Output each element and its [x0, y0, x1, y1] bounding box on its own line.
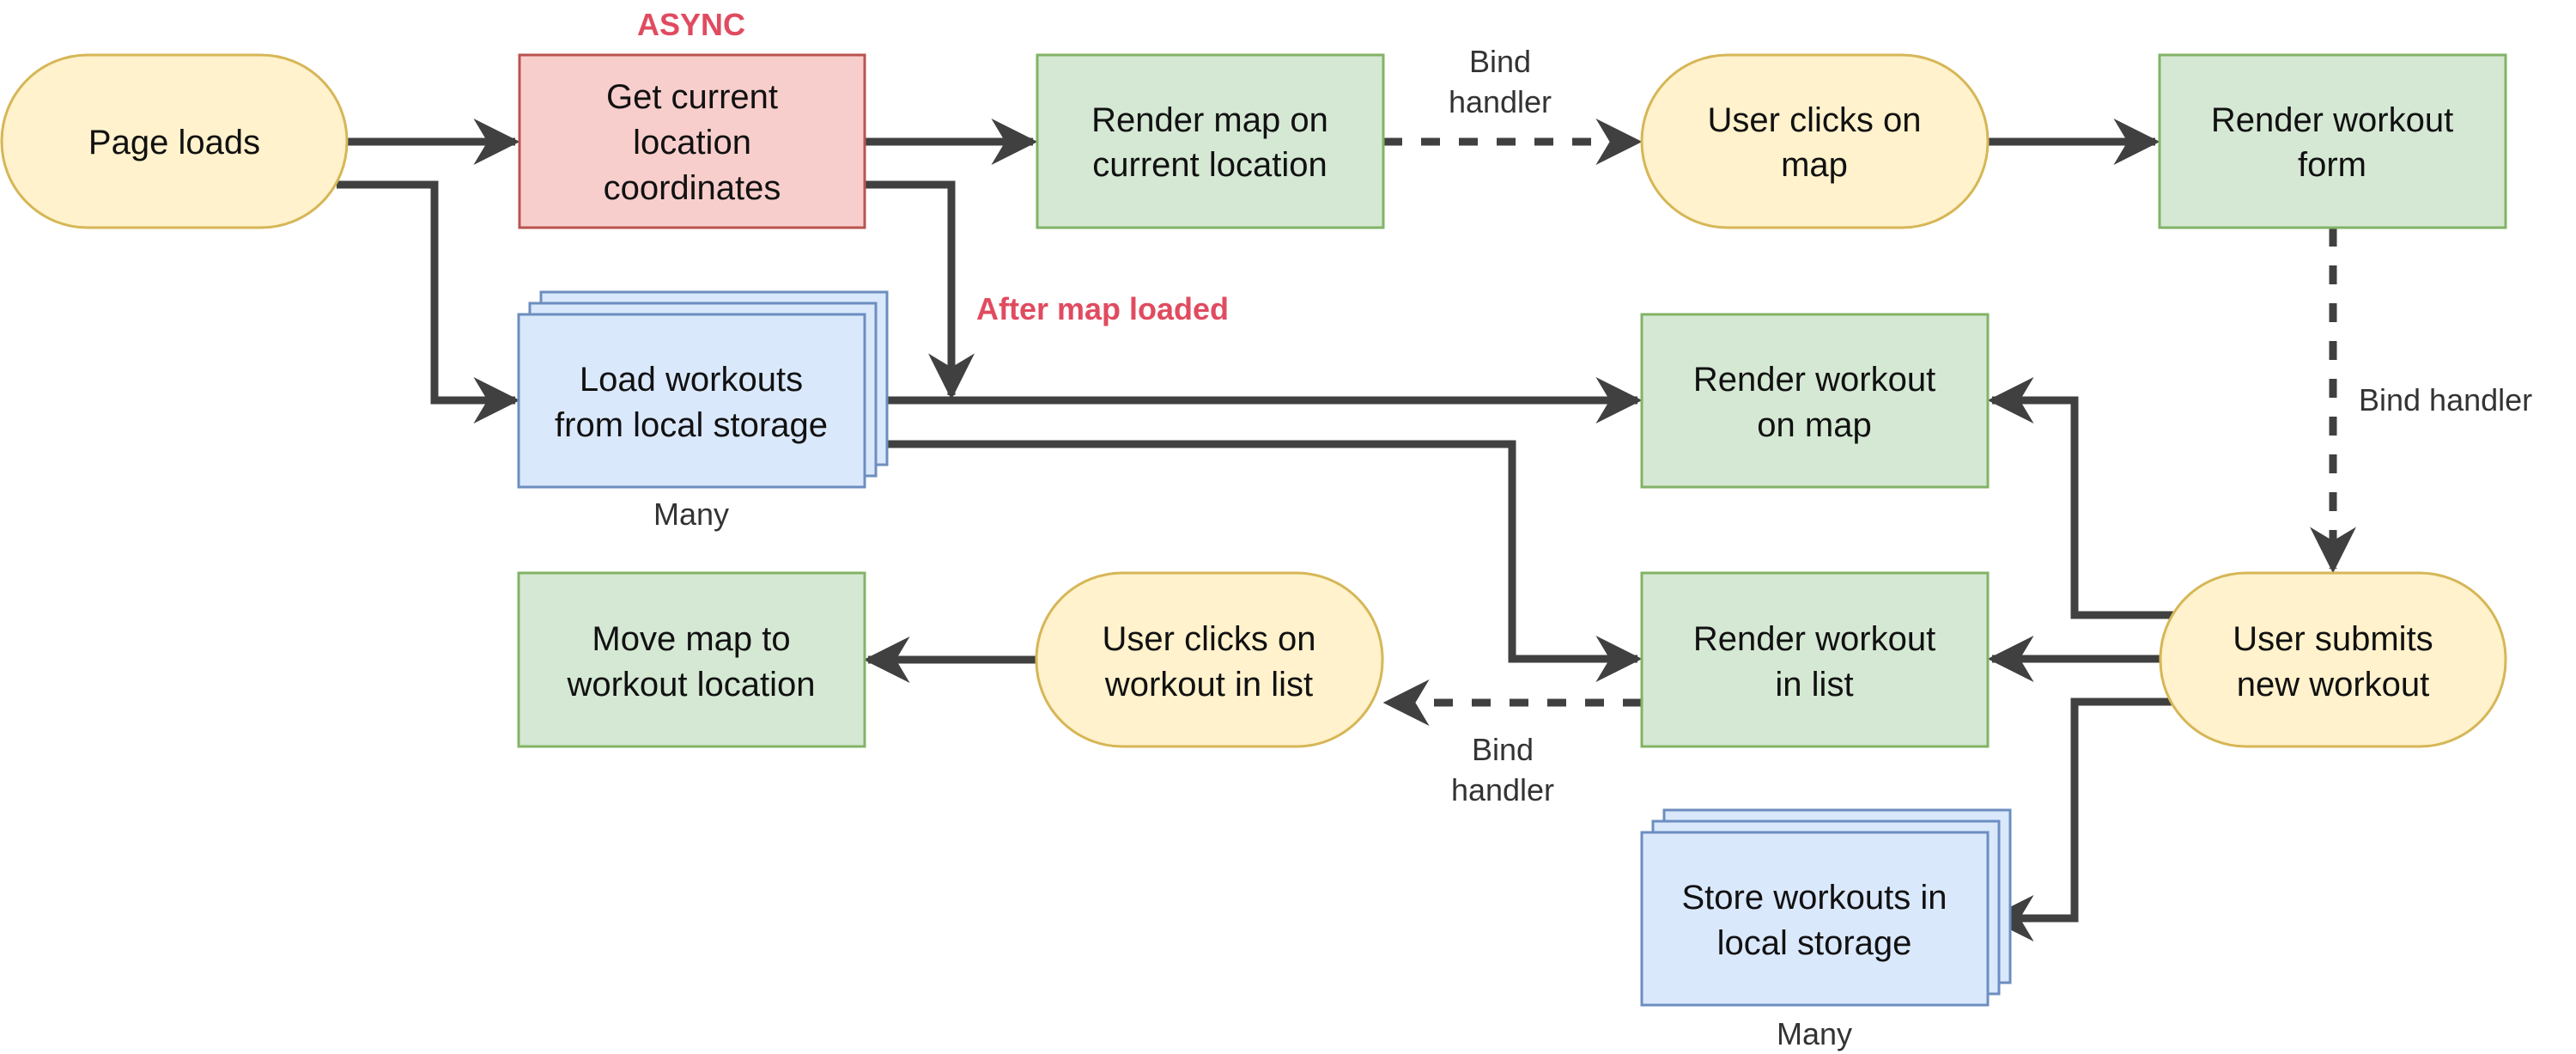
node-label: location [633, 124, 751, 161]
process-shape [1640, 313, 1990, 489]
node-label: User clicks on [1103, 620, 1316, 658]
node-user-clicks-map[interactable]: User clicks on map [1640, 53, 1990, 229]
node-label: Render map on [1091, 101, 1328, 139]
edge-label-bind-handler-right: Bind handler [2359, 382, 2532, 417]
after-map-loaded-annotation: After map loaded [976, 291, 1229, 326]
edges [337, 119, 2356, 941]
node-label: Get current [606, 78, 778, 116]
node-label: workout in list [1104, 666, 1313, 704]
edge-label-bind-handler-top: Bind [1469, 44, 1531, 79]
workout-app-flowchart: Page loads Get current location coordina… [0, 7, 2532, 1051]
process-shape [1036, 53, 1385, 229]
node-render-form[interactable]: Render workout form [2158, 53, 2507, 229]
node-store-workouts[interactable]: Store workouts in local storage Many [1640, 808, 2012, 1051]
node-label: User submits [2233, 620, 2433, 658]
node-label: Render workout [1693, 620, 1935, 658]
node-load-workouts[interactable]: Load workouts from local storage Many [517, 290, 889, 532]
node-label: form [2298, 146, 2366, 184]
multiplicity-label: Many [1777, 1016, 1852, 1051]
multiplicity-label: Many [653, 497, 729, 532]
terminal-shape [1640, 53, 1990, 229]
node-label: Render workout [1693, 361, 1935, 399]
node-label: User clicks on [1708, 101, 1922, 139]
node-label: on map [1757, 406, 1871, 444]
node-user-clicks-list[interactable]: User clicks on workout in list [1035, 571, 1384, 748]
node-page-loads[interactable]: Page loads [0, 53, 349, 229]
edge-user-submits-to-render-on-map [1987, 377, 2174, 619]
edge-label-bind-handler-top: handler [1449, 84, 1552, 119]
node-label: coordinates [604, 169, 781, 207]
stack-layer-front [1640, 831, 1990, 1007]
terminal-shape [1035, 571, 1384, 748]
node-label: Render workout [2211, 101, 2453, 139]
async-annotation: ASYNC [637, 7, 745, 42]
node-move-map[interactable]: Move map to workout location [517, 571, 866, 748]
process-shape [2158, 53, 2507, 229]
process-shape [517, 571, 866, 748]
node-user-submits[interactable]: User submits new workout [2159, 571, 2507, 748]
terminal-shape [2159, 571, 2507, 748]
process-shape [1640, 571, 1990, 748]
node-render-in-list[interactable]: Render workout in list [1640, 571, 1990, 748]
edge-label-bind-handler-bottom: handler [1451, 772, 1554, 807]
node-label: from local storage [555, 406, 828, 444]
edge-user-submits-to-store-workouts [1987, 698, 2174, 941]
node-label: current location [1092, 146, 1327, 184]
node-label: Load workouts [580, 361, 803, 399]
edge-label-bind-handler-bottom: Bind [1472, 732, 1534, 767]
stack-layer-front [517, 313, 866, 489]
node-label: Store workouts in [1681, 879, 1947, 917]
node-label: map [1781, 146, 1848, 184]
node-label: in list [1775, 666, 1853, 704]
node-render-map[interactable]: Render map on current location [1036, 53, 1385, 229]
node-label: Page loads [88, 124, 260, 161]
node-label: new workout [2237, 666, 2430, 704]
node-label: local storage [1717, 924, 1912, 962]
node-render-on-map[interactable]: Render workout on map [1640, 313, 1990, 489]
node-label: Move map to [592, 620, 790, 658]
node-get-location[interactable]: Get current location coordinates [518, 53, 866, 229]
node-label: workout location [566, 666, 815, 704]
edge-page-loads-to-load-workouts [337, 180, 520, 423]
